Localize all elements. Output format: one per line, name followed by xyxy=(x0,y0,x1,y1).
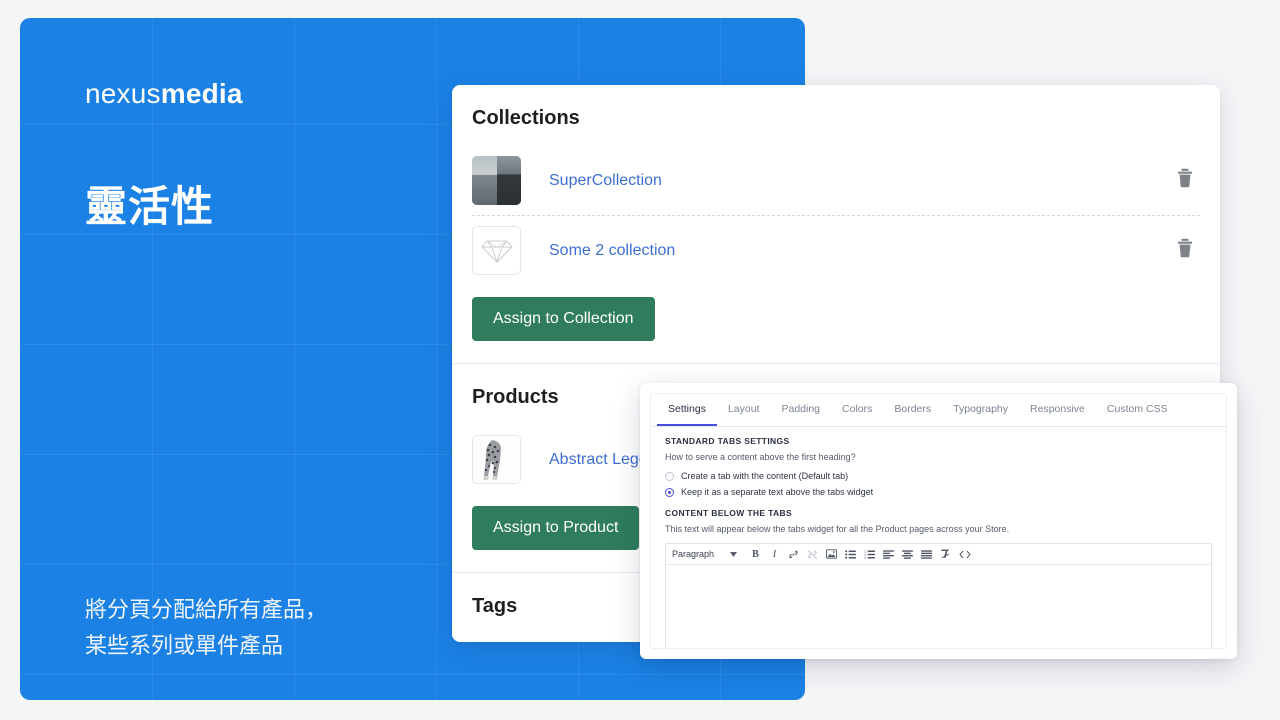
content-below-description: This text will appear below the tabs wid… xyxy=(665,524,1010,534)
paragraph-format-select[interactable]: Paragraph xyxy=(672,549,746,559)
tab-typography[interactable]: Typography xyxy=(942,394,1019,426)
screenshot-root: nexusmedia 靈活性 將分頁分配給所有產品， 某些系列或單件產品 Col… xyxy=(0,0,1280,720)
bullet-list-icon[interactable] xyxy=(841,545,860,564)
assign-to-collection-button[interactable]: Assign to Collection xyxy=(472,297,655,341)
unlink-icon[interactable] xyxy=(803,545,822,564)
align-left-icon[interactable] xyxy=(879,545,898,564)
editor-content-area[interactable] xyxy=(666,565,1211,648)
tab-custom-css[interactable]: Custom CSS xyxy=(1096,394,1179,426)
radio-icon-selected xyxy=(665,487,674,497)
brand-logo: nexusmedia xyxy=(85,78,243,110)
collection-link[interactable]: SuperCollection xyxy=(549,172,662,190)
hero-subtitle: 將分頁分配給所有產品， 某些系列或單件產品 xyxy=(85,592,327,664)
logo-bold-text: media xyxy=(160,78,243,109)
logo-light-text: nexus xyxy=(85,78,161,109)
align-justify-icon[interactable] xyxy=(917,545,936,564)
leggings-thumbnail xyxy=(472,435,521,484)
rich-text-editor: Paragraph B I 1 2 3 xyxy=(665,543,1212,648)
tab-colors[interactable]: Colors xyxy=(831,394,883,426)
code-icon[interactable] xyxy=(955,545,974,564)
radio-icon xyxy=(665,471,674,481)
svg-text:3: 3 xyxy=(864,556,866,559)
radio-keep-separate-label: Keep it as a separate text above the tab… xyxy=(681,487,874,497)
tab-layout[interactable]: Layout xyxy=(717,394,771,426)
numbered-list-icon[interactable]: 1 2 3 xyxy=(860,545,879,564)
tab-borders[interactable]: Borders xyxy=(883,394,942,426)
chevron-down-icon xyxy=(730,549,738,559)
tab-settings[interactable]: Settings xyxy=(657,394,717,426)
radio-create-tab-label: Create a tab with the content (Default t… xyxy=(681,471,849,481)
hero-subtitle-line-2: 某些系列或單件產品 xyxy=(85,633,284,658)
seascape-thumbnail xyxy=(472,156,521,205)
align-center-icon[interactable] xyxy=(898,545,917,564)
tab-padding[interactable]: Padding xyxy=(770,394,831,426)
hero-title: 靈活性 xyxy=(85,183,215,230)
image-icon[interactable] xyxy=(822,545,841,564)
trash-icon[interactable] xyxy=(1176,238,1194,263)
standard-tabs-question: How to serve a content above the first h… xyxy=(665,452,856,462)
collections-heading: Collections xyxy=(472,107,580,129)
paragraph-format-value: Paragraph xyxy=(672,549,715,559)
collection-row[interactable]: Some 2 collection xyxy=(472,215,1200,285)
tab-responsive[interactable]: Responsive xyxy=(1019,394,1096,426)
settings-tabbar: Settings Layout Padding Colors Borders T… xyxy=(651,394,1226,427)
diamond-thumbnail xyxy=(472,226,521,275)
content-below-group-title: CONTENT BELOW THE TABS xyxy=(665,508,793,518)
trash-icon[interactable] xyxy=(1176,168,1194,193)
assign-to-product-button[interactable]: Assign to Product xyxy=(472,506,640,550)
bold-icon[interactable]: B xyxy=(746,545,765,564)
radio-keep-separate[interactable]: Keep it as a separate text above the tab… xyxy=(665,487,1212,497)
settings-panel: Settings Layout Padding Colors Borders T… xyxy=(640,383,1237,659)
hero-subtitle-line-1: 將分頁分配給所有產品， xyxy=(85,597,328,622)
clear-format-icon[interactable] xyxy=(936,545,955,564)
collection-row[interactable]: SuperCollection xyxy=(472,146,1200,215)
link-icon[interactable] xyxy=(784,545,803,564)
editor-toolbar: Paragraph B I 1 2 3 xyxy=(666,544,1211,565)
standard-tabs-group-title: STANDARD TABS SETTINGS xyxy=(665,436,790,446)
radio-create-tab[interactable]: Create a tab with the content (Default t… xyxy=(665,471,1212,481)
italic-icon[interactable]: I xyxy=(765,545,784,564)
collection-link[interactable]: Some 2 collection xyxy=(549,242,675,260)
